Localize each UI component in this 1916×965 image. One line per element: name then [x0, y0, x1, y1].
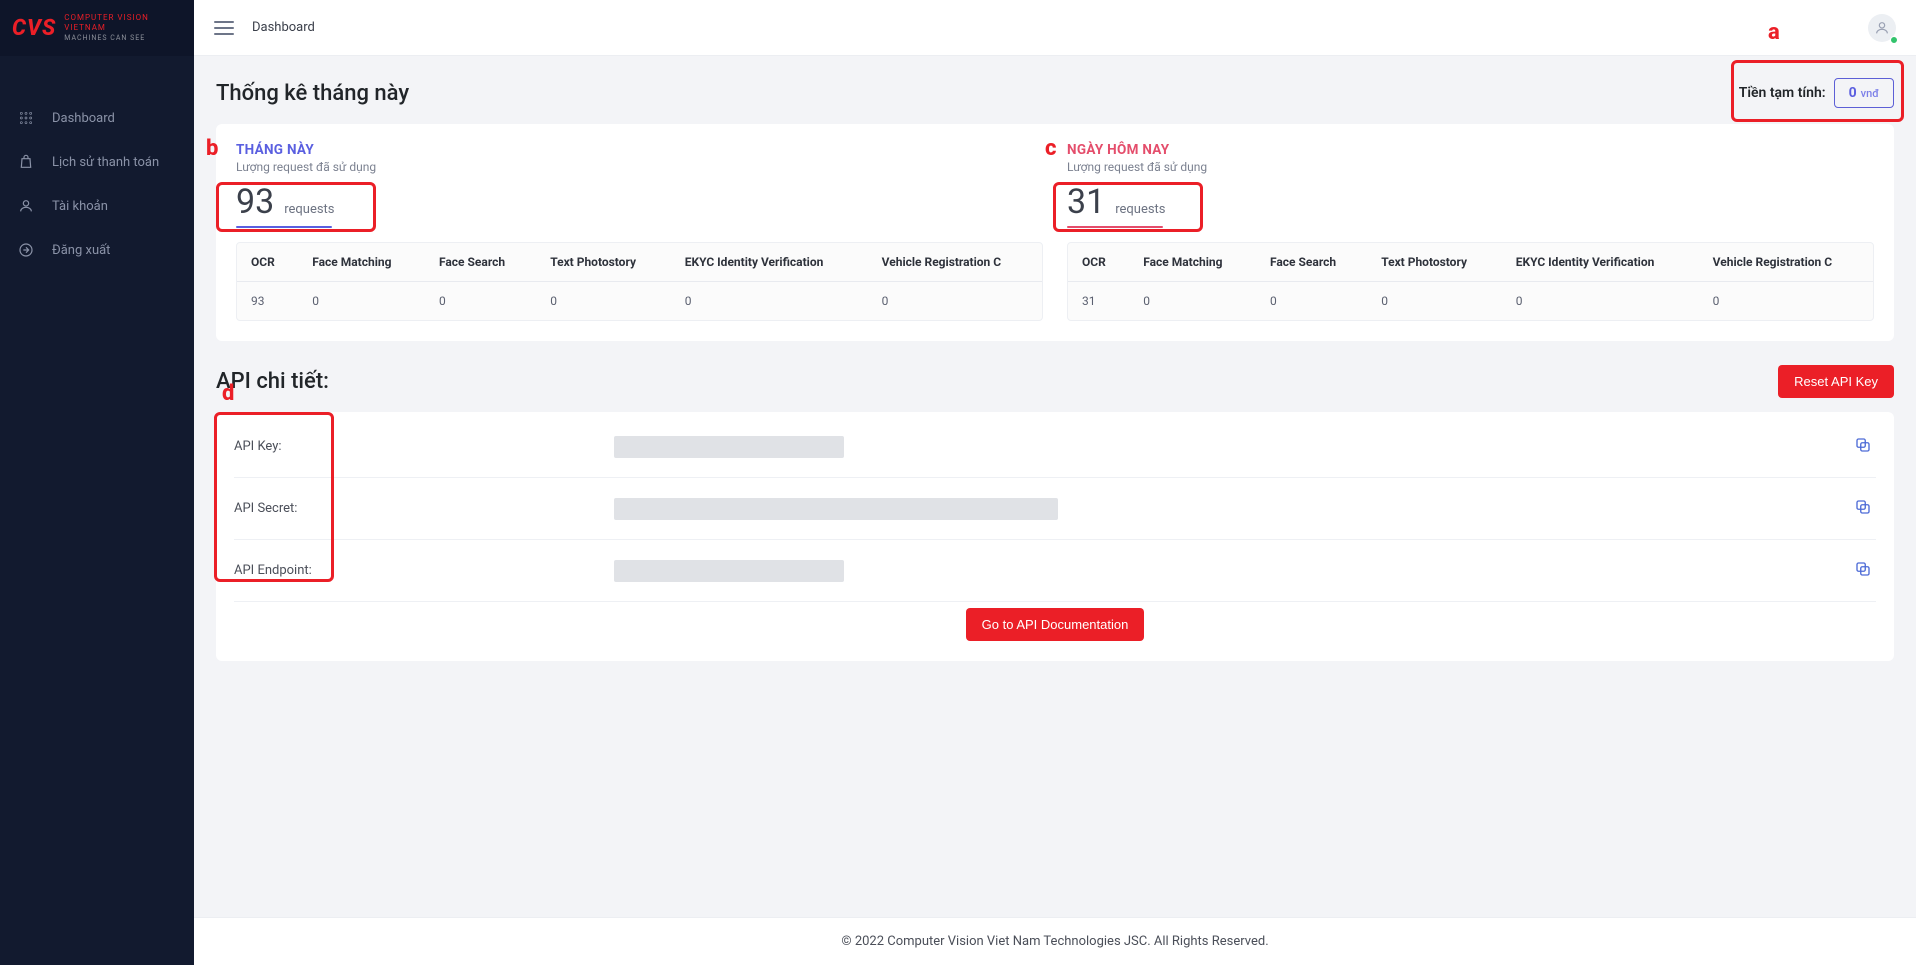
api-key-value-redacted	[614, 436, 844, 458]
menu-toggle-icon[interactable]	[214, 21, 234, 35]
grid-icon	[18, 110, 34, 126]
api-key-label: API Key:	[234, 439, 594, 454]
annotation-label-b: b	[206, 136, 218, 161]
card-month: THÁNG NÀY Lượng request đã sử dụng 93 re…	[236, 142, 1043, 321]
td: 0	[1367, 282, 1502, 321]
sidebar: CVS COMPUTER VISION VIETNAM MACHINES CAN…	[0, 0, 194, 965]
bag-icon	[18, 154, 34, 170]
td: 0	[536, 282, 671, 321]
td: 0	[298, 282, 425, 321]
sidebar-item-label: Đăng xuất	[52, 243, 110, 258]
card-today-unit: requests	[1115, 202, 1165, 217]
td: 0	[1699, 282, 1873, 321]
td: 0	[1502, 282, 1699, 321]
sidebar-item-logout[interactable]: Đăng xuất	[0, 228, 194, 272]
api-documentation-button[interactable]: Go to API Documentation	[966, 608, 1145, 641]
avatar[interactable]: a	[1868, 14, 1896, 42]
brand-line2: VIETNAM	[64, 24, 149, 32]
copy-api-endpoint-button[interactable]	[1850, 556, 1876, 585]
card-today: NGÀY HÔM NAY Lượng request đã sử dụng 31…	[1067, 142, 1874, 321]
brand-line1: COMPUTER VISION	[64, 14, 149, 22]
copy-api-key-button[interactable]	[1850, 432, 1876, 461]
copy-icon	[1854, 504, 1872, 519]
sidebar-item-label: Lịch sử thanh toán	[52, 155, 159, 170]
th: Vehicle Registration C	[1699, 243, 1873, 282]
annotation-label-a: a	[1768, 20, 1780, 45]
copy-api-secret-button[interactable]	[1850, 494, 1876, 523]
balance-value-box[interactable]: 0 vnđ	[1834, 78, 1894, 108]
footer-text: © 2022 Computer Vision Viet Nam Technolo…	[841, 934, 1268, 949]
card-month-value: 93	[236, 182, 274, 222]
sidebar-item-account[interactable]: Tài khoản	[0, 184, 194, 228]
card-month-subtitle: Lượng request đã sử dụng	[236, 160, 1043, 174]
card-month-title: THÁNG NÀY	[236, 142, 1043, 158]
sidebar-item-label: Dashboard	[52, 111, 115, 126]
th: Text Photostory	[1367, 243, 1502, 282]
sidebar-item-label: Tài khoản	[52, 199, 108, 214]
balance-value: 0	[1849, 85, 1857, 101]
td: 0	[671, 282, 868, 321]
th: Face Search	[425, 243, 536, 282]
td: 0	[425, 282, 536, 321]
brand-mark: CVS	[12, 16, 56, 41]
table-row: 31 0 0 0 0 0	[1068, 282, 1873, 321]
card-today-subtitle: Lượng request đã sử dụng	[1067, 160, 1874, 174]
th: Face Search	[1256, 243, 1367, 282]
card-month-table: OCR Face Matching Face Search Text Photo…	[237, 243, 1042, 320]
sidebar-item-payments[interactable]: Lịch sử thanh toán	[0, 140, 194, 184]
th: EKYC Identity Verification	[1502, 243, 1699, 282]
table-row: 93 0 0 0 0 0	[237, 282, 1042, 321]
th: Face Matching	[1129, 243, 1256, 282]
card-today-underline	[1067, 226, 1163, 228]
card-today-value: 31	[1067, 182, 1105, 222]
content: Thống kê tháng này Tiền tạm tính: 0 vnđ	[194, 56, 1916, 917]
brand-logo[interactable]: CVS COMPUTER VISION VIETNAM MACHINES CAN…	[0, 0, 194, 56]
card-today-table-wrap[interactable]: OCR Face Matching Face Search Text Photo…	[1067, 242, 1874, 321]
sidebar-item-dashboard[interactable]: Dashboard	[0, 96, 194, 140]
balance-currency: vnđ	[1861, 87, 1879, 100]
api-secret-label: API Secret:	[234, 501, 594, 516]
copy-icon	[1854, 442, 1872, 457]
footer: © 2022 Computer Vision Viet Nam Technolo…	[194, 917, 1916, 965]
th: OCR	[237, 243, 298, 282]
api-secret-value-redacted	[614, 498, 1058, 520]
td: 93	[237, 282, 298, 321]
card-month-underline	[236, 226, 332, 228]
balance: Tiền tạm tính: 0 vnđ	[1739, 78, 1894, 108]
page-title: Thống kê tháng này	[216, 81, 409, 106]
td: 0	[1129, 282, 1256, 321]
balance-label: Tiền tạm tính:	[1739, 85, 1826, 101]
breadcrumb: Dashboard	[252, 20, 315, 35]
api-endpoint-value-redacted	[614, 560, 844, 582]
api-panel: API Key: API Secret:	[216, 412, 1894, 661]
th: Vehicle Registration C	[868, 243, 1042, 282]
th: Text Photostory	[536, 243, 671, 282]
api-endpoint-label: API Endpoint:	[234, 563, 594, 578]
th: Face Matching	[298, 243, 425, 282]
api-row-endpoint: API Endpoint:	[234, 540, 1876, 602]
api-section-title: API chi tiết:	[216, 369, 329, 394]
td: 0	[1256, 282, 1367, 321]
card-month-table-wrap[interactable]: OCR Face Matching Face Search Text Photo…	[236, 242, 1043, 321]
sidebar-nav: Dashboard Lịch sử thanh toán Tài khoản Đ…	[0, 56, 194, 272]
card-month-unit: requests	[284, 202, 334, 217]
td: 31	[1068, 282, 1129, 321]
stats-panel: THÁNG NÀY Lượng request đã sử dụng 93 re…	[216, 124, 1894, 341]
api-row-secret: API Secret:	[234, 478, 1876, 540]
card-today-title: NGÀY HÔM NAY	[1067, 142, 1874, 158]
user-icon	[18, 198, 34, 214]
reset-api-key-button[interactable]: Reset API Key	[1778, 365, 1894, 398]
topbar: Dashboard a	[194, 0, 1916, 56]
copy-icon	[1854, 566, 1872, 581]
th: OCR	[1068, 243, 1129, 282]
card-today-table: OCR Face Matching Face Search Text Photo…	[1068, 243, 1873, 320]
online-indicator	[1890, 36, 1898, 44]
api-row-key: API Key:	[234, 416, 1876, 478]
logout-icon	[18, 242, 34, 258]
td: 0	[868, 282, 1042, 321]
annotation-label-c: c	[1045, 136, 1056, 161]
brand-line3: MACHINES CAN SEE	[64, 35, 149, 42]
th: EKYC Identity Verification	[671, 243, 868, 282]
